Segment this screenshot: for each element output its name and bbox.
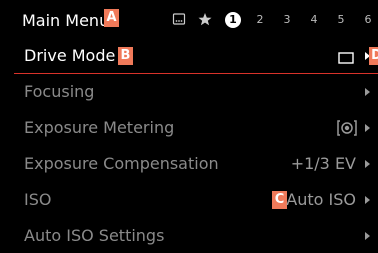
menu-item-label: Drive Mode: [24, 46, 116, 65]
menu-item-label: Focusing: [24, 82, 95, 101]
tab-page-6[interactable]: 6: [361, 13, 375, 26]
single-frame-icon: [338, 49, 354, 68]
chevron-right-icon: [365, 160, 370, 168]
iso-value: Auto ISO: [286, 190, 356, 209]
menu-item-iso[interactable]: ISO C Auto ISO: [0, 183, 378, 217]
star-icon[interactable]: [198, 11, 212, 31]
chevron-right-icon: [365, 196, 370, 204]
menu-item-auto-iso-settings[interactable]: Auto ISO Settings: [0, 219, 378, 253]
menu-header: Main Menu A 1 2 3 4 5 6: [0, 0, 378, 38]
menu-item-drive-mode[interactable]: Drive Mode B D: [0, 39, 378, 73]
spot-metering-icon: [336, 119, 358, 141]
tab-page-3[interactable]: 3: [280, 13, 294, 26]
menu-item-focusing[interactable]: Focusing: [0, 75, 378, 109]
callout-marker-d: D: [369, 47, 378, 65]
memory-card-icon[interactable]: [172, 11, 186, 31]
selection-underline: [14, 73, 378, 74]
chevron-right-icon: [365, 88, 370, 96]
tab-page-1[interactable]: 1: [225, 12, 241, 28]
menu-item-label: ISO: [24, 190, 52, 209]
callout-marker-c: C: [272, 191, 287, 209]
chevron-right-icon: [365, 232, 370, 240]
chevron-right-icon: [365, 124, 370, 132]
callout-marker-a: A: [104, 9, 119, 27]
menu-item-exposure-compensation[interactable]: Exposure Compensation +1/3 EV: [0, 147, 378, 181]
callout-marker-b: B: [118, 47, 133, 65]
menu-item-label: Exposure Compensation: [24, 154, 219, 173]
page-title: Main Menu: [22, 11, 110, 30]
tab-page-5[interactable]: 5: [334, 13, 348, 26]
exposure-compensation-value: +1/3 EV: [290, 154, 356, 173]
menu-item-label: Auto ISO Settings: [24, 226, 165, 245]
menu-item-exposure-metering[interactable]: Exposure Metering: [0, 111, 378, 145]
menu-item-label: Exposure Metering: [24, 118, 175, 137]
tab-page-2[interactable]: 2: [253, 13, 267, 26]
tab-page-4[interactable]: 4: [307, 13, 321, 26]
